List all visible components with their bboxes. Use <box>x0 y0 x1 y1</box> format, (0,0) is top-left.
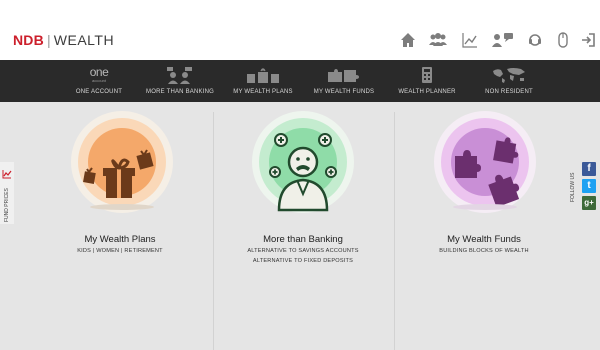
nav-item-non-resident[interactable]: NON RESIDENT <box>478 60 540 102</box>
chart-icon <box>2 166 12 184</box>
one-account-icon-subtext: account <box>91 78 107 83</box>
nav-item-label: WEALTH PLANNER <box>398 89 456 95</box>
twitter-icon[interactable]: t <box>582 179 596 193</box>
google-plus-icon[interactable]: g+ <box>582 196 596 210</box>
panel-subtitle: KIDS | WOMEN | RETIREMENT <box>77 248 163 254</box>
world-map-icon <box>491 66 527 84</box>
facebook-icon[interactable]: f <box>582 162 596 176</box>
panel-subtitle: ALTERNATIVE TO FIXED DEPOSITS <box>252 258 354 264</box>
nav-item-label: NON RESIDENT <box>485 89 533 95</box>
fund-prices-label: FUND PRICES <box>4 188 10 222</box>
chart-icon[interactable] <box>462 32 478 50</box>
panel-my-wealth-funds[interactable]: My Wealth Funds BUILDING BLOCKS OF WEALT… <box>394 102 574 350</box>
mouse-icon[interactable] <box>557 32 569 50</box>
nav-item-my-wealth-plans[interactable]: MY WEALTH PLANS <box>232 60 294 102</box>
panel-title[interactable]: My Wealth Plans <box>30 234 210 245</box>
follow-us-bar: FOLLOW US f t g+ <box>568 162 600 218</box>
one-account-icon: one <box>89 65 109 79</box>
nav-item-wealth-planner[interactable]: WEALTH PLANNER <box>396 60 458 102</box>
gifts-icon[interactable] <box>70 110 174 214</box>
fund-prices-tab[interactable]: FUND PRICES <box>0 162 14 224</box>
puzzle-icon[interactable] <box>433 110 537 214</box>
home-icon[interactable] <box>400 32 416 50</box>
gifts-icon <box>245 66 281 84</box>
support-icon[interactable] <box>528 32 542 50</box>
login-icon[interactable] <box>581 32 595 50</box>
nav-item-more-than-banking[interactable]: MORE THAN BANKING <box>146 60 214 102</box>
panel-subtitle: BUILDING BLOCKS OF WEALTH <box>439 248 529 254</box>
follow-us-label: FOLLOW US <box>570 172 576 202</box>
nav-item-label: MY WEALTH FUNDS <box>313 89 375 95</box>
nav-item-label: ONE ACCOUNT <box>75 89 123 95</box>
puzzle-icon <box>326 66 362 84</box>
header: NDB | WEALTH <box>0 0 600 60</box>
calculator-icon <box>421 66 433 84</box>
panel-my-wealth-plans[interactable]: My Wealth Plans KIDS | WOMEN | RETIREMEN… <box>30 102 210 350</box>
panel-title[interactable]: More than Banking <box>213 234 393 245</box>
group-icon[interactable] <box>428 32 448 50</box>
nav-item-my-wealth-funds[interactable]: MY WEALTH FUNDS <box>313 60 375 102</box>
contact-chat-icon[interactable] <box>491 32 515 50</box>
nav-item-one-account[interactable]: one account ONE ACCOUNT <box>66 60 132 102</box>
people-chat-icon <box>165 66 195 84</box>
banker-icon[interactable] <box>251 110 355 214</box>
panel-title[interactable]: My Wealth Funds <box>394 234 574 245</box>
panel-more-than-banking[interactable]: More than Banking ALTERNATIVE TO SAVINGS… <box>213 102 393 350</box>
nav-item-label: MORE THAN BANKING <box>146 89 214 95</box>
main-content: My Wealth Plans KIDS | WOMEN | RETIREMEN… <box>0 102 600 350</box>
nav-item-label: MY WEALTH PLANS <box>233 89 293 95</box>
header-icons <box>0 32 600 50</box>
main-nav: one account ONE ACCOUNT MORE THAN BANKIN… <box>0 60 600 102</box>
panel-subtitle: ALTERNATIVE TO SAVINGS ACCOUNTS <box>247 248 359 254</box>
